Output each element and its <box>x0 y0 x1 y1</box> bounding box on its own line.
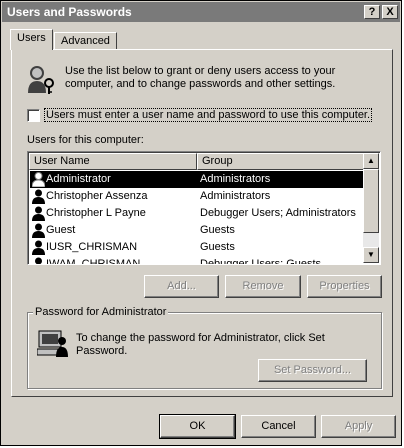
user-group-cell: Administrators <box>200 190 271 202</box>
column-header-user-name[interactable]: User Name <box>29 153 197 170</box>
cancel-button[interactable]: Cancel <box>241 415 316 438</box>
user-group-cell: Debugger Users; Administrators <box>200 207 356 219</box>
user-name-cell: Christopher Assenza <box>46 190 148 202</box>
title-bar[interactable]: Users and Passwords ? X <box>2 2 400 22</box>
user-properties-button[interactable]: Properties <box>307 275 382 298</box>
user-icon <box>32 189 45 204</box>
tab-users[interactable]: Users <box>10 29 53 50</box>
window-title: Users and Passwords <box>7 5 132 19</box>
user-row[interactable]: Christopher Assenza Administrators <box>30 188 363 205</box>
column-header-group[interactable]: Group <box>197 153 364 170</box>
scroll-thumb[interactable] <box>363 169 379 233</box>
user-name-cell: Administrator <box>46 173 111 185</box>
user-icon <box>32 172 45 187</box>
user-name-cell: Christopher L Payne <box>46 207 146 219</box>
password-instructions: To change the password for Administrator… <box>76 332 325 357</box>
password-group-title: Password for Administrator <box>33 306 169 318</box>
user-group-cell: Guests <box>200 241 235 253</box>
user-name-cell: IWAM_CHRISMAN <box>46 258 141 265</box>
require-login-checkbox[interactable] <box>27 109 40 122</box>
user-row[interactable]: IWAM_CHRISMAN Debugger Users; Guests <box>30 256 363 265</box>
users-keys-icon <box>28 66 54 94</box>
remove-user-button[interactable]: Remove <box>225 275 301 298</box>
user-icon <box>32 240 45 255</box>
user-name-cell: Guest <box>46 224 76 236</box>
users-list-label: Users for this computer: <box>27 134 144 146</box>
user-icon <box>32 206 45 221</box>
users-and-passwords-dialog: Users and Passwords ? X Users Advanced U… <box>0 0 402 446</box>
close-button[interactable]: X <box>382 5 398 19</box>
tab-advanced[interactable]: Advanced <box>54 32 117 50</box>
scroll-up-arrow-icon[interactable]: ▲ <box>363 153 379 169</box>
user-row[interactable]: Christopher L Payne Debugger Users; Admi… <box>30 205 363 222</box>
help-button[interactable]: ? <box>364 5 380 19</box>
user-group-cell: Debugger Users; Guests <box>200 258 322 265</box>
apply-button[interactable]: Apply <box>321 415 396 438</box>
computer-user-icon <box>37 330 68 357</box>
set-password-button[interactable]: Set Password... <box>258 359 367 382</box>
ok-button[interactable]: OK <box>159 414 236 439</box>
user-row[interactable]: Administrator Administrators <box>30 171 363 188</box>
users-list[interactable]: User Name Group Administrator Administra… <box>27 151 381 265</box>
user-name-cell: IUSR_CHRISMAN <box>46 241 138 253</box>
user-group-cell: Administrators <box>200 173 271 185</box>
user-icon <box>35 257 42 264</box>
intro-text: Use the list below to grant or deny user… <box>65 65 336 90</box>
user-group-cell: Guests <box>200 224 235 236</box>
users-list-scrollbar[interactable]: ▲ ▼ <box>363 153 379 263</box>
user-icon <box>32 223 45 238</box>
require-login-label[interactable]: Users must enter a user name and passwor… <box>44 108 373 122</box>
scroll-down-arrow-icon[interactable]: ▼ <box>363 247 379 263</box>
user-row[interactable]: Guest Guests <box>30 222 363 239</box>
user-row[interactable]: IUSR_CHRISMAN Guests <box>30 239 363 256</box>
add-user-button[interactable]: Add... <box>144 275 219 298</box>
